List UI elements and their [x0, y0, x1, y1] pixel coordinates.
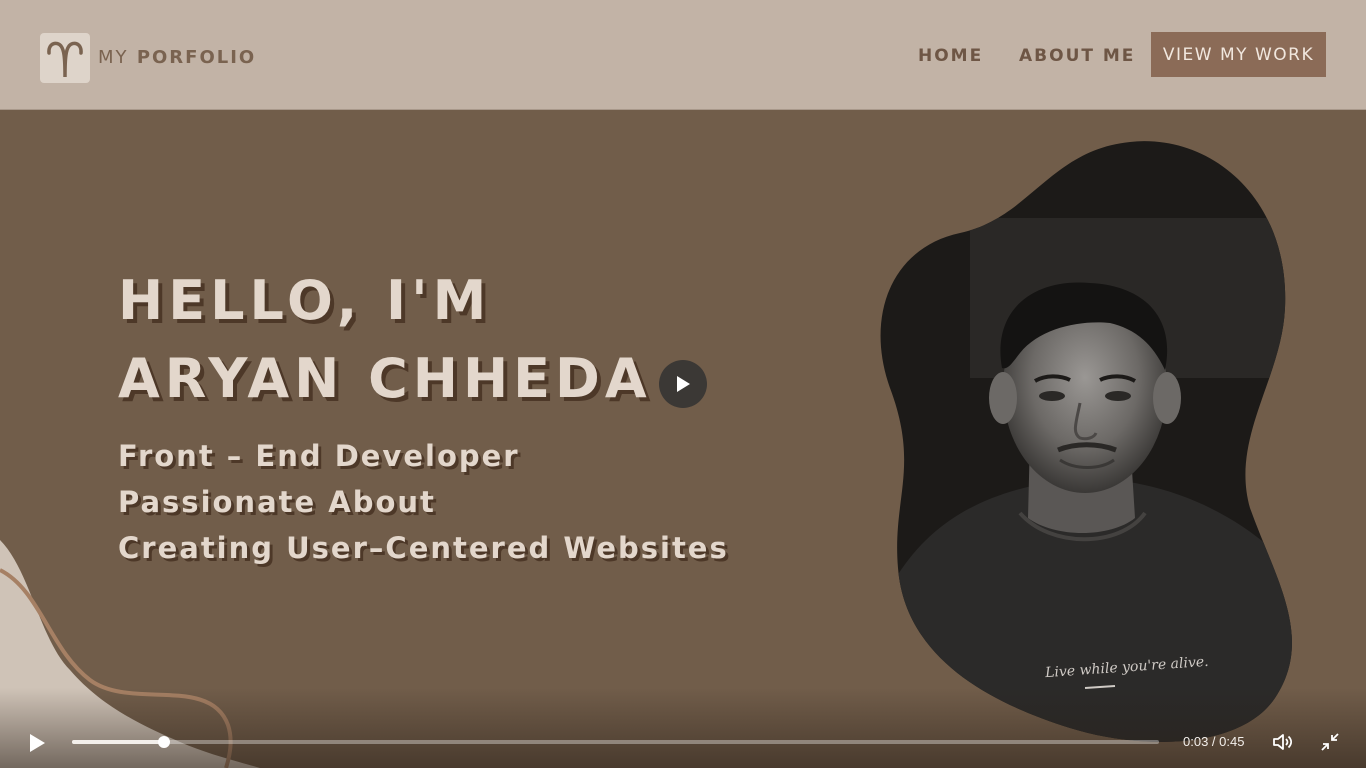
nav-home-link[interactable]: HOME [918, 46, 983, 66]
hero-subtitle-line2: Passionate About [118, 485, 436, 519]
aries-symbol-icon [47, 41, 83, 78]
logo[interactable] [40, 33, 90, 83]
volume-icon[interactable] [1271, 731, 1293, 753]
hero-subtitle-line3: Creating User–Centered Websites [118, 531, 729, 565]
brand-prefix: MY [98, 47, 129, 68]
video-controls: 0:03 / 0:45 [0, 688, 1366, 768]
video-time-display: 0:03 / 0:45 [1183, 734, 1245, 749]
hero-subtitle-line1: Front – End Developer [118, 439, 520, 473]
play-icon[interactable] [28, 733, 46, 753]
hero-title-line2: ARYAN CHHEDA [118, 347, 652, 410]
brand-name: MY PORFOLIO [98, 47, 256, 68]
site-header: MY PORFOLIO HOME ABOUT ME VIEW MY WORK [0, 0, 1366, 110]
nav-about-link[interactable]: ABOUT ME [1019, 46, 1135, 66]
video-play-overlay-button[interactable] [659, 360, 707, 408]
hero-title-line1: HELLO, I'M [118, 269, 492, 332]
exit-fullscreen-icon[interactable] [1319, 731, 1341, 753]
video-progress-bar[interactable] [72, 736, 1159, 748]
video-progress-thumb[interactable] [158, 736, 171, 748]
profile-photo-blob: Live while you're alive. [880, 141, 1292, 742]
play-icon [677, 376, 690, 392]
hero-title: HELLO, I'M ARYAN CHHEDA [118, 262, 652, 418]
video-progress-fill [72, 740, 165, 744]
view-my-work-button[interactable]: VIEW MY WORK [1151, 32, 1326, 77]
hero-subtitle: Front – End Developer Passionate About C… [118, 433, 729, 571]
profile-photo: Live while you're alive. [880, 138, 1300, 744]
brand-title: PORFOLIO [136, 47, 257, 68]
